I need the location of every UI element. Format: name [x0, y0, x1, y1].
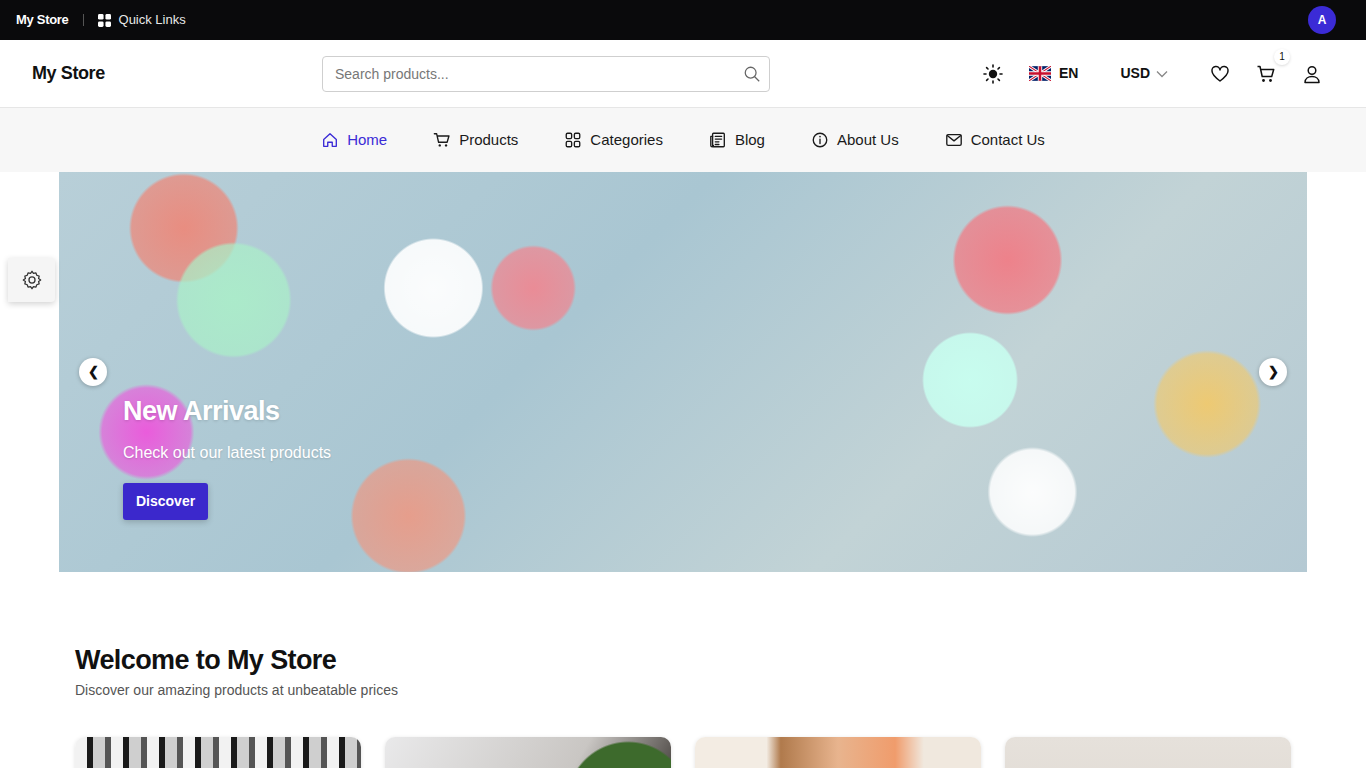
nav-label[interactable]: Products — [459, 129, 518, 152]
settings-button[interactable] — [8, 258, 55, 302]
discover-button[interactable]: Discover — [123, 483, 208, 520]
user-avatar[interactable]: A — [1308, 6, 1336, 34]
cart-badge: 1 — [1274, 49, 1290, 65]
nav-item[interactable]: Products — [433, 119, 518, 162]
logo[interactable]: My Store — [32, 60, 322, 87]
top-bar: My Store Quick Links A — [0, 0, 1366, 40]
nav-label[interactable]: Contact Us — [971, 129, 1045, 152]
welcome-subtitle: Discover our amazing products at unbeata… — [75, 680, 1291, 701]
language-selector[interactable]: EN — [1029, 63, 1078, 84]
search-field — [322, 56, 770, 92]
categories-icon — [564, 131, 582, 149]
currency-label[interactable]: USD — [1120, 63, 1150, 84]
product-card[interactable] — [75, 737, 361, 768]
nav-label[interactable]: Home — [347, 129, 387, 152]
nav-item[interactable]: Home — [321, 119, 387, 162]
nav-item[interactable]: About Us — [811, 119, 899, 162]
quick-links-label[interactable]: Quick Links — [119, 10, 186, 30]
nav-label[interactable]: Blog — [735, 129, 765, 152]
search-input[interactable] — [322, 56, 770, 92]
nav-item[interactable]: Blog — [709, 119, 765, 162]
nav-label[interactable]: About Us — [837, 129, 899, 152]
main-nav: Home Products Categories Blog About Us Contac… — [0, 108, 1366, 172]
header-tools: EN USD 1 — [983, 62, 1322, 86]
hero-subtitle: Check out our latest products — [123, 441, 331, 465]
hero-banner: ❮ ❯ New Arrivals Check out our latest pr… — [59, 172, 1307, 572]
hero-title: New Arrivals — [123, 395, 331, 427]
topbar-brand[interactable]: My Store — [16, 10, 69, 30]
nav-item[interactable]: Contact Us — [945, 119, 1045, 162]
envelope-icon — [945, 131, 963, 149]
welcome-section: Welcome to My Store Discover our amazing… — [59, 572, 1307, 768]
product-card[interactable] — [1005, 737, 1291, 768]
heart-icon[interactable] — [1210, 64, 1230, 84]
search-icon[interactable] — [743, 65, 761, 83]
header: My Store EN USD 1 — [0, 40, 1366, 108]
currency-selector[interactable]: USD — [1120, 63, 1168, 84]
separator — [83, 14, 84, 26]
previous-slide-button[interactable]: ❮ — [79, 358, 107, 386]
nav-label[interactable]: Categories — [590, 129, 663, 152]
cart-icon — [433, 131, 451, 149]
newspaper-icon — [709, 131, 727, 149]
product-card[interactable] — [385, 737, 671, 768]
gear-icon — [21, 269, 43, 291]
uk-flag-icon — [1029, 66, 1051, 81]
sun-icon[interactable] — [983, 64, 1003, 84]
chevron-down-icon — [1156, 70, 1168, 78]
nav-item[interactable]: Categories — [564, 119, 663, 162]
product-card[interactable] — [695, 737, 981, 768]
next-slide-button[interactable]: ❯ — [1259, 358, 1287, 386]
cart-button[interactable]: 1 — [1256, 62, 1276, 86]
quick-links[interactable]: Quick Links — [98, 10, 186, 30]
user-icon[interactable] — [1302, 64, 1322, 84]
grid-icon — [98, 14, 111, 27]
welcome-title: Welcome to My Store — [75, 644, 1291, 676]
language-label[interactable]: EN — [1059, 63, 1078, 84]
hero-content: New Arrivals Check out our latest produc… — [123, 395, 331, 520]
info-icon — [811, 131, 829, 149]
home-icon — [321, 131, 339, 149]
cart-icon — [1256, 64, 1276, 84]
product-grid — [75, 737, 1291, 768]
